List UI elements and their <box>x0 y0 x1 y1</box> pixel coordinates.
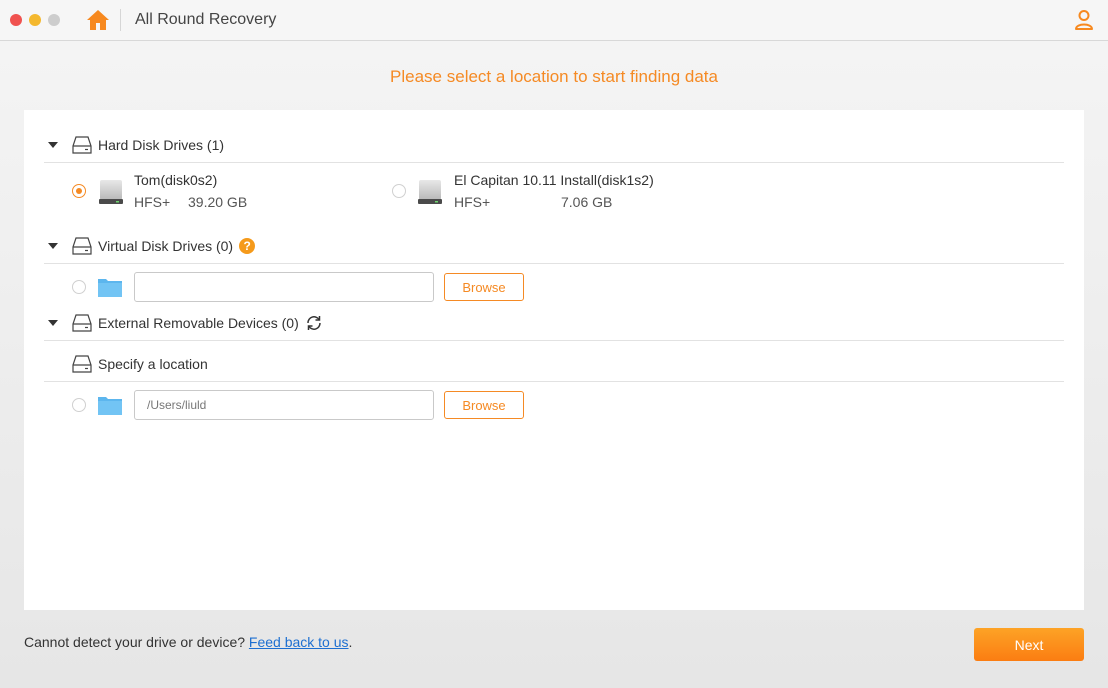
section-virtual-disk-drives: Virtual Disk Drives (0) ? <box>44 235 256 257</box>
help-icon[interactable]: ? <box>239 238 256 254</box>
page-headline: Please select a location to start findin… <box>390 67 718 86</box>
drive-outline-icon <box>72 136 92 154</box>
drive-radio-el-capitan[interactable] <box>392 184 406 198</box>
app-title: All Round Recovery <box>135 11 277 28</box>
feedback-suffix: . <box>348 634 353 650</box>
drive-name: Tom(disk0s2) <box>134 172 218 188</box>
title-divider <box>120 9 121 31</box>
drive-outline-icon <box>72 314 92 332</box>
section-label: Virtual Disk Drives (0) <box>98 238 234 254</box>
divider <box>44 162 1064 163</box>
virtual-disk-browse-button[interactable]: Browse <box>444 273 524 301</box>
divider <box>44 340 1064 341</box>
refresh-icon[interactable] <box>305 314 323 332</box>
drive-size: 7.06 GB <box>561 194 613 210</box>
feedback-prompt: Cannot detect your drive or device? Feed… <box>24 634 352 650</box>
specify-location-path-input[interactable] <box>134 390 434 420</box>
specify-location-radio[interactable] <box>72 398 86 412</box>
specify-location-browse-button[interactable]: Browse <box>444 391 524 419</box>
drive-name: El Capitan 10.11 Install(disk1s2) <box>454 172 654 188</box>
user-account-icon[interactable] <box>1074 9 1094 31</box>
section-external-removable-devices: External Removable Devices (0) <box>44 312 323 334</box>
drive-filesystem: HFS+ <box>134 194 171 210</box>
section-label: Hard Disk Drives (1) <box>98 137 225 153</box>
divider <box>44 263 1064 264</box>
collapse-caret-icon[interactable] <box>48 320 58 326</box>
section-label: External Removable Devices (0) <box>98 315 299 331</box>
virtual-disk-radio[interactable] <box>72 280 86 294</box>
drive-filesystem: HFS+ <box>454 194 491 210</box>
hard-drive-icon <box>99 180 123 204</box>
collapse-caret-icon[interactable] <box>48 142 58 148</box>
section-hard-disk-drives: Hard Disk Drives (1) <box>44 134 224 156</box>
location-panel: Hard Disk Drives (1) Tom(disk0s2) HFS+ 3… <box>24 110 1084 610</box>
title-bar: All Round Recovery <box>0 0 1108 41</box>
feedback-link[interactable]: Feed back to us <box>249 634 349 650</box>
close-window-button[interactable] <box>10 14 22 26</box>
folder-icon <box>98 279 122 297</box>
zoom-window-button[interactable] <box>48 14 60 26</box>
minimize-window-button[interactable] <box>29 14 41 26</box>
virtual-disk-path-input[interactable] <box>134 272 434 302</box>
drive-outline-icon <box>72 355 92 373</box>
home-icon[interactable] <box>86 8 110 32</box>
collapse-caret-icon[interactable] <box>48 243 58 249</box>
divider <box>44 381 1064 382</box>
hard-drive-icon <box>418 180 442 204</box>
drive-outline-icon <box>72 237 92 255</box>
folder-icon <box>98 397 122 415</box>
section-specify-location: Specify a location <box>44 353 208 375</box>
feedback-prompt-text: Cannot detect your drive or device? <box>24 634 249 650</box>
drive-size: 39.20 GB <box>188 194 248 210</box>
section-label: Specify a location <box>98 356 208 372</box>
next-button[interactable]: Next <box>974 628 1084 661</box>
drive-radio-tom[interactable] <box>72 184 86 198</box>
